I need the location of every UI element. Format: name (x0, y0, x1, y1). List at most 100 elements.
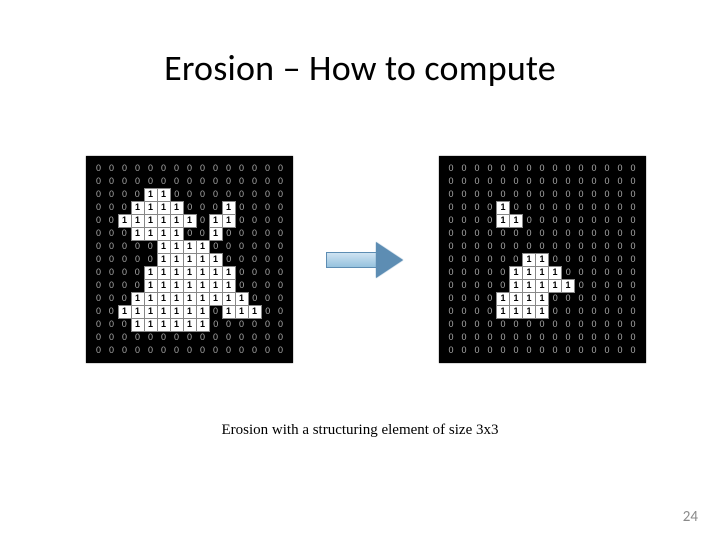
matrix-cell: 1 (222, 266, 235, 279)
matrix-cell: 1 (131, 305, 144, 318)
matrix-cell: 0 (510, 253, 523, 266)
matrix-cell: 0 (536, 318, 549, 331)
matrix-cell: 0 (536, 331, 549, 344)
matrix-cell: 0 (105, 305, 118, 318)
matrix-cell: 0 (458, 305, 471, 318)
matrix-cell: 0 (92, 201, 105, 214)
matrix-cell: 0 (222, 253, 235, 266)
matrix-cell: 0 (170, 162, 183, 175)
matrix-cell: 0 (105, 331, 118, 344)
matrix-cell: 0 (484, 227, 497, 240)
matrix-cell: 0 (601, 227, 614, 240)
matrix-cell: 0 (601, 240, 614, 253)
matrix-cell: 0 (274, 188, 287, 201)
matrix-cell: 0 (562, 214, 575, 227)
matrix-cell: 0 (274, 253, 287, 266)
matrix-cell: 0 (196, 227, 209, 240)
matrix-cell: 0 (523, 214, 536, 227)
matrix-cell: 0 (484, 292, 497, 305)
matrix-cell: 0 (261, 331, 274, 344)
matrix-cell: 0 (196, 214, 209, 227)
matrix-cell: 0 (92, 318, 105, 331)
matrix-cell: 0 (92, 188, 105, 201)
matrix-cell: 0 (248, 344, 261, 357)
matrix-cell: 0 (274, 240, 287, 253)
matrix-cell: 0 (183, 331, 196, 344)
matrix-cell: 1 (170, 253, 183, 266)
matrix-cell: 0 (105, 201, 118, 214)
matrix-cell: 1 (183, 240, 196, 253)
matrix-cell: 0 (92, 175, 105, 188)
matrix-cell: 0 (549, 305, 562, 318)
matrix-cell: 0 (601, 162, 614, 175)
matrix-cell: 0 (274, 318, 287, 331)
matrix-cell: 0 (157, 175, 170, 188)
matrix-cell: 0 (562, 240, 575, 253)
matrix-cell: 0 (588, 344, 601, 357)
matrix-cell: 0 (248, 188, 261, 201)
matrix-cell: 0 (196, 162, 209, 175)
matrix-cell: 1 (157, 227, 170, 240)
matrix-cell: 0 (510, 240, 523, 253)
matrix-cell: 0 (118, 253, 131, 266)
matrix-cell: 0 (484, 318, 497, 331)
matrix-cell: 1 (144, 266, 157, 279)
matrix-cell: 0 (484, 175, 497, 188)
matrix-cell: 0 (549, 292, 562, 305)
matrix-cell: 0 (523, 318, 536, 331)
matrix-cell: 0 (562, 266, 575, 279)
matrix-cell: 0 (510, 162, 523, 175)
matrix-cell: 0 (131, 266, 144, 279)
matrix-cell: 0 (601, 279, 614, 292)
matrix-cell: 1 (144, 227, 157, 240)
matrix-cell: 0 (118, 266, 131, 279)
matrix-cell: 0 (549, 175, 562, 188)
matrix-cell: 0 (445, 227, 458, 240)
matrix-cell: 0 (471, 344, 484, 357)
matrix-cell: 0 (484, 279, 497, 292)
matrix-cell: 1 (170, 279, 183, 292)
matrix-cell: 0 (588, 188, 601, 201)
matrix-cell: 0 (445, 266, 458, 279)
matrix-cell: 0 (131, 253, 144, 266)
matrix-cell: 0 (562, 318, 575, 331)
matrix-cell: 0 (92, 279, 105, 292)
matrix-cell: 0 (261, 240, 274, 253)
matrix-cell: 0 (614, 305, 627, 318)
matrix-cell: 1 (183, 305, 196, 318)
matrix-cell: 0 (588, 162, 601, 175)
matrix-cell: 0 (614, 201, 627, 214)
matrix-cell: 0 (196, 201, 209, 214)
matrix-cell: 0 (144, 253, 157, 266)
matrix-cell: 0 (92, 253, 105, 266)
matrix-cell: 0 (614, 266, 627, 279)
matrix-cell: 0 (536, 214, 549, 227)
matrix-cell: 0 (549, 188, 562, 201)
matrix-cell: 0 (484, 240, 497, 253)
matrix-cell: 0 (235, 318, 248, 331)
matrix-cell: 1 (196, 266, 209, 279)
matrix-cell: 0 (575, 240, 588, 253)
matrix-cell: 0 (209, 305, 222, 318)
matrix-cell: 0 (536, 227, 549, 240)
matrix-cell: 0 (627, 292, 640, 305)
matrix-cell: 1 (170, 227, 183, 240)
matrix-cell: 0 (170, 331, 183, 344)
matrix-cell: 1 (222, 305, 235, 318)
matrix-cell: 0 (92, 266, 105, 279)
arrow-container (320, 243, 412, 277)
matrix-cell: 0 (248, 162, 261, 175)
matrix-right: 0000000000000000000000000000000000000000… (439, 156, 647, 363)
matrix-cell: 1 (157, 188, 170, 201)
matrix-cell: 0 (601, 175, 614, 188)
matrix-cell: 0 (248, 214, 261, 227)
matrix-cell: 1 (523, 266, 536, 279)
matrix-cell: 0 (209, 240, 222, 253)
matrix-cell: 1 (536, 305, 549, 318)
matrix-cell: 0 (458, 227, 471, 240)
matrix-cell: 1 (523, 305, 536, 318)
matrix-cell: 0 (575, 331, 588, 344)
matrix-cell: 0 (458, 240, 471, 253)
matrix-cell: 1 (209, 266, 222, 279)
matrix-cell: 0 (105, 214, 118, 227)
